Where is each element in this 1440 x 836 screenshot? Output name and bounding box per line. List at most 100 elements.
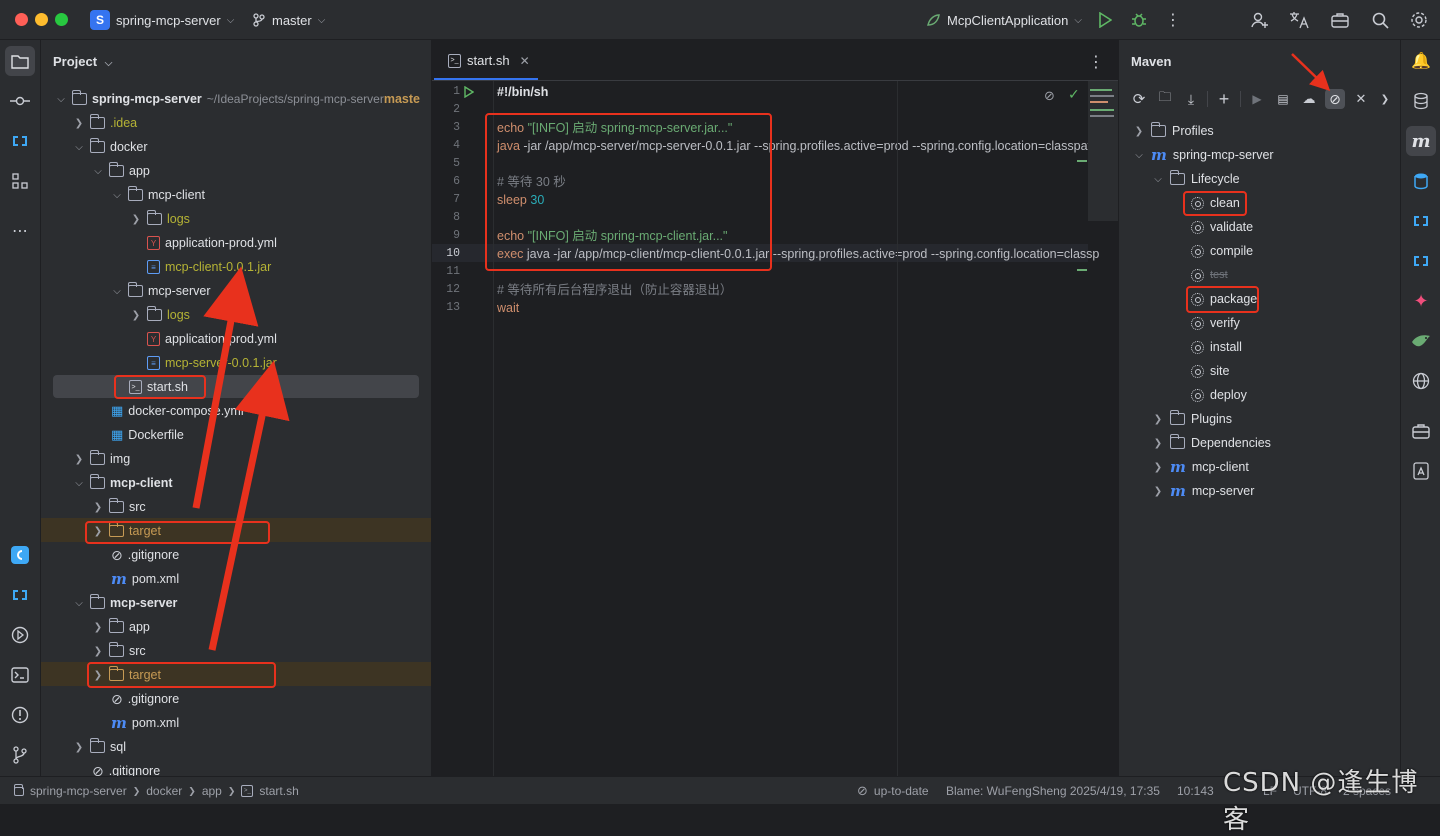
run-button[interactable] (1094, 9, 1116, 31)
translator-button[interactable] (1406, 456, 1436, 486)
maven-goal-deploy[interactable]: deploy (1191, 383, 1247, 407)
tree-node[interactable]: ⊘ .gitignore (111, 687, 179, 711)
search-button[interactable] (1369, 9, 1391, 31)
breadcrumb-item[interactable]: app (202, 784, 222, 798)
breadcrumb-item[interactable]: start.sh (259, 784, 298, 798)
database-tool-button[interactable] (1406, 86, 1436, 116)
reload-icon[interactable]: ⟳ (1129, 90, 1149, 108)
tree-node[interactable]: ≡ mcp-server-0.0.1.jar (147, 351, 277, 375)
maven-goal-compile[interactable]: compile (1191, 239, 1253, 263)
run-icon[interactable]: ▶ (1247, 92, 1267, 106)
maven-goal-validate[interactable]: validate (1191, 215, 1253, 239)
services-tool-button[interactable] (5, 620, 35, 650)
codegeex-chat-button[interactable] (5, 580, 35, 610)
more-tools-icon[interactable]: ⋯ (5, 216, 35, 246)
more-actions-icon[interactable]: ⋮ (1162, 9, 1184, 31)
maven-profiles[interactable]: ❯ Profiles (1133, 119, 1214, 143)
mybatis-button[interactable] (1406, 326, 1436, 356)
tree-node[interactable]: m pom.xml (111, 711, 179, 735)
breadcrumb-item[interactable]: spring-mcp-server (30, 784, 127, 798)
branch-switcher[interactable]: master ⌵ (252, 0, 325, 40)
add-user-button[interactable] (1249, 9, 1271, 31)
run-gutter-icon[interactable] (464, 86, 474, 98)
tree-node[interactable]: ⊘ .gitignore (111, 543, 179, 567)
commit-tool-button[interactable] (5, 86, 35, 116)
project-switcher[interactable]: S spring-mcp-server ⌵ (90, 0, 234, 40)
skip-tests-icon[interactable]: ⊘ (1325, 89, 1345, 109)
chevron-right-icon[interactable]: ❯ (1377, 94, 1393, 105)
project-panel-header[interactable]: Project ⌵ (53, 54, 112, 69)
maven-module-server[interactable]: ❯ m mcp-server (1152, 479, 1255, 503)
translate-button[interactable] (1288, 9, 1310, 31)
run-config-selector[interactable]: McpClientApplication ⌵ (926, 0, 1082, 40)
tree-node[interactable]: ❯ app (92, 615, 150, 639)
tree-node[interactable]: ⌵ mcp-client (73, 471, 173, 495)
tab-start-sh[interactable]: >_ start.sh ✕ (444, 40, 534, 81)
tree-node[interactable]: ⊘ .gitignore (92, 759, 160, 777)
code-line-12[interactable]: # 等待所有后台程序退出（防止容器退出） (497, 281, 732, 299)
tree-node[interactable]: ❯ logs (130, 303, 190, 327)
collapse-all-icon[interactable]: ✕ (1351, 91, 1371, 107)
codegeex-right-button[interactable] (1406, 206, 1436, 236)
tree-node[interactable]: Y application-prod.yml (147, 231, 277, 255)
maven-plugins[interactable]: ❯ Plugins (1152, 407, 1232, 431)
reader-mode-icon[interactable]: ⊘ (1044, 88, 1055, 104)
minimize-window-button[interactable] (35, 13, 48, 26)
tree-node[interactable]: ⌵ mcp-client (111, 183, 205, 207)
breadcrumb-item[interactable]: docker (146, 784, 182, 798)
close-icon[interactable]: ✕ (520, 54, 530, 68)
problems-tool-button[interactable] (5, 700, 35, 730)
settings-button[interactable] (1408, 9, 1430, 31)
tree-node[interactable]: Y application-prod.yml (147, 327, 277, 351)
tree-node[interactable]: ❯ img (73, 447, 130, 471)
maven-goal-install[interactable]: install (1191, 335, 1242, 359)
vcs-status[interactable]: ⊘ up-to-date (857, 777, 929, 805)
maven-root-project[interactable]: ⌵ m spring-mcp-server (1133, 143, 1273, 167)
maven-dependencies[interactable]: ❯ Dependencies (1152, 431, 1271, 455)
tree-node[interactable]: ❯ .idea (73, 111, 137, 135)
terminal-tool-button[interactable] (5, 660, 35, 690)
blame-info[interactable]: Blame: WuFengSheng 2025/4/19, 17:35 (946, 777, 1160, 805)
offline-icon[interactable]: ☁ (1299, 91, 1319, 107)
plus-icon[interactable]: + (1214, 89, 1234, 110)
tree-node[interactable]: ⌵ docker (73, 135, 148, 159)
codegeex-right-button-2[interactable] (1406, 246, 1436, 276)
tree-node[interactable]: ⌵ mcp-server (73, 591, 177, 615)
maven-lifecycle[interactable]: ⌵ Lifecycle (1152, 167, 1240, 191)
tree-node[interactable]: ⌵ mcp-server (111, 279, 211, 303)
tree-node-root[interactable]: ⌵ spring-mcp-server ~/IdeaProjects/sprin… (55, 87, 420, 111)
tree-node[interactable]: ⌵ app (92, 159, 150, 183)
project-tool-button[interactable] (5, 46, 35, 76)
tree-node[interactable]: ≡ mcp-client-0.0.1.jar (147, 255, 271, 279)
maven-tool-button[interactable]: m (1406, 126, 1436, 156)
structure-tool-button[interactable] (5, 166, 35, 196)
tree-node[interactable]: ❯ src (92, 639, 146, 663)
tree-node[interactable]: ❯ logs (130, 207, 190, 231)
tree-node[interactable]: m pom.xml (111, 567, 179, 591)
tree-node[interactable]: ❯ sql (73, 735, 126, 759)
tree-node[interactable]: ▦ Dockerfile (111, 423, 184, 447)
caret-position[interactable]: 10:143 (1177, 777, 1214, 805)
maven-goal-verify[interactable]: verify (1191, 311, 1240, 335)
web-tool-button[interactable] (1406, 366, 1436, 396)
git-tool-button[interactable] (5, 740, 35, 770)
ai-tool-button[interactable] (5, 540, 35, 570)
codegeex-tool-button[interactable] (5, 126, 35, 156)
download-icon[interactable]: ⤓ (1181, 91, 1201, 108)
db-browser-button[interactable] (1406, 166, 1436, 196)
execute-goal-icon[interactable]: ▤ (1273, 92, 1293, 106)
debug-button[interactable] (1128, 9, 1150, 31)
notifications-icon[interactable]: 🔔 (1406, 46, 1436, 76)
maven-goal-test[interactable]: test (1191, 263, 1228, 287)
code-line-13[interactable]: wait (497, 299, 519, 317)
add-project-icon[interactable]: 🗀 (1155, 88, 1175, 110)
toolbox-right-button[interactable] (1406, 416, 1436, 446)
more-tabs-icon[interactable]: ⋮ (1088, 52, 1104, 72)
maven-goal-site[interactable]: site (1191, 359, 1229, 383)
plugin-pinwheel-icon[interactable]: ✦ (1406, 286, 1436, 316)
code-line-1[interactable]: #!/bin/sh (497, 83, 548, 101)
toolbox-button[interactable] (1329, 9, 1351, 31)
maven-module-client[interactable]: ❯ m mcp-client (1152, 455, 1249, 479)
close-window-button[interactable] (15, 13, 28, 26)
tree-node[interactable]: ▦ docker-compose.yml (111, 399, 244, 423)
